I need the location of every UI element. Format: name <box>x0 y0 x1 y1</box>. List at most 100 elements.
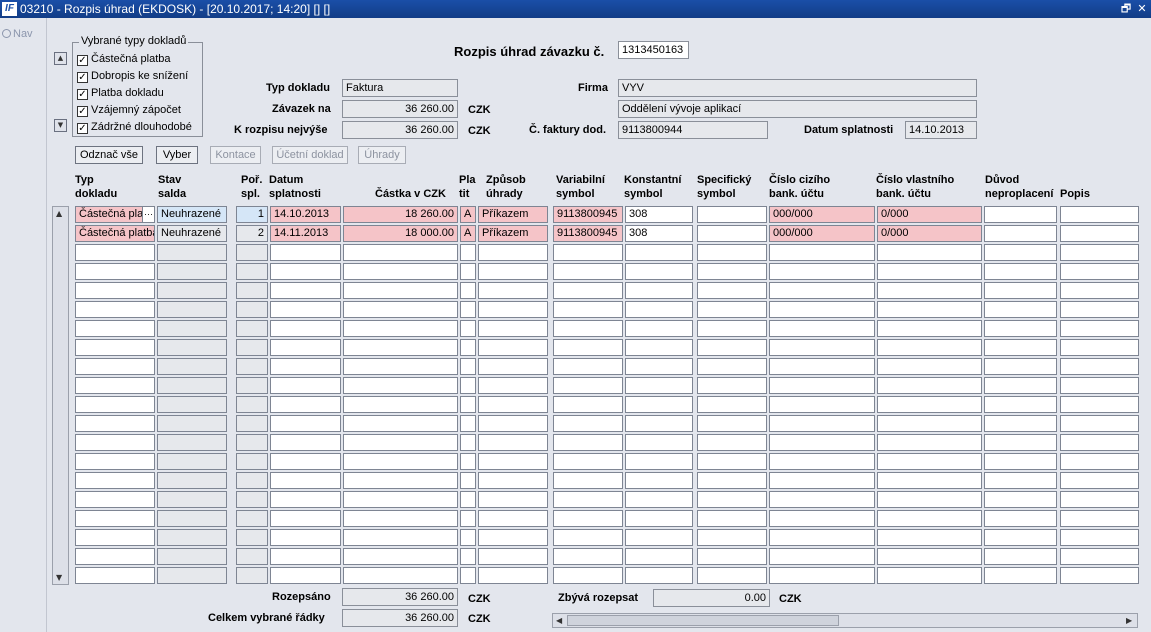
cell-description[interactable] <box>1060 206 1139 223</box>
empty-cell[interactable] <box>75 453 155 470</box>
empty-cell[interactable] <box>75 510 155 527</box>
empty-cell[interactable] <box>1060 263 1139 280</box>
empty-cell[interactable] <box>270 491 341 508</box>
empty-cell[interactable] <box>270 529 341 546</box>
empty-cell[interactable] <box>984 510 1057 527</box>
empty-cell[interactable] <box>1060 548 1139 565</box>
empty-cell[interactable] <box>1060 567 1139 584</box>
empty-cell[interactable] <box>270 396 341 413</box>
empty-cell[interactable] <box>697 377 767 394</box>
empty-cell[interactable] <box>478 529 548 546</box>
cell-pay[interactable]: A <box>460 225 476 242</box>
empty-cell[interactable] <box>75 548 155 565</box>
empty-cell[interactable] <box>460 472 476 489</box>
empty-cell[interactable] <box>1060 377 1139 394</box>
empty-cell[interactable] <box>236 548 268 565</box>
empty-cell[interactable] <box>697 491 767 508</box>
empty-cell[interactable] <box>553 472 623 489</box>
empty-cell[interactable] <box>769 415 875 432</box>
empty-cell[interactable] <box>625 358 693 375</box>
empty-cell[interactable] <box>236 320 268 337</box>
empty-cell[interactable] <box>343 415 458 432</box>
empty-cell[interactable] <box>157 358 227 375</box>
empty-cell[interactable] <box>984 472 1057 489</box>
empty-cell[interactable] <box>478 377 548 394</box>
empty-cell[interactable] <box>697 472 767 489</box>
empty-cell[interactable] <box>625 415 693 432</box>
empty-cell[interactable] <box>236 339 268 356</box>
empty-cell[interactable] <box>553 415 623 432</box>
empty-cell[interactable] <box>157 377 227 394</box>
empty-cell[interactable] <box>236 434 268 451</box>
empty-cell[interactable] <box>478 282 548 299</box>
cell-due-date[interactable]: 14.11.2013 <box>270 225 341 242</box>
empty-cell[interactable] <box>157 491 227 508</box>
commitment-amount-field[interactable]: 36 260.00 <box>342 100 458 118</box>
empty-cell[interactable] <box>769 320 875 337</box>
supplier-invoice-field[interactable]: 9113800944 <box>618 121 768 139</box>
empty-cell[interactable] <box>553 377 623 394</box>
empty-cell[interactable] <box>625 396 693 413</box>
empty-cell[interactable] <box>877 510 982 527</box>
restore-icon[interactable]: 🗗 <box>1120 2 1132 16</box>
cell-specific-symbol[interactable] <box>697 225 767 242</box>
empty-cell[interactable] <box>478 434 548 451</box>
empty-cell[interactable] <box>877 320 982 337</box>
empty-cell[interactable] <box>984 320 1057 337</box>
empty-cell[interactable] <box>697 339 767 356</box>
empty-cell[interactable] <box>343 396 458 413</box>
empty-cell[interactable] <box>769 339 875 356</box>
empty-cell[interactable] <box>769 377 875 394</box>
empty-cell[interactable] <box>236 453 268 470</box>
empty-cell[interactable] <box>877 529 982 546</box>
cell-reason[interactable] <box>984 206 1057 223</box>
empty-cell[interactable] <box>236 377 268 394</box>
empty-cell[interactable] <box>769 472 875 489</box>
cell-foreign-account[interactable]: 000/000 <box>769 225 875 242</box>
empty-cell[interactable] <box>553 529 623 546</box>
cell-own-account[interactable]: 0/000 <box>877 225 982 242</box>
empty-cell[interactable] <box>697 510 767 527</box>
cell-constant-symbol[interactable]: 308 <box>625 206 693 223</box>
filter-checkbox[interactable]: ✓ Částečná platba <box>77 53 171 66</box>
empty-cell[interactable] <box>625 510 693 527</box>
empty-cell[interactable] <box>1060 415 1139 432</box>
empty-cell[interactable] <box>697 567 767 584</box>
empty-cell[interactable] <box>343 472 458 489</box>
empty-cell[interactable] <box>697 434 767 451</box>
empty-cell[interactable] <box>1060 339 1139 356</box>
cell-description[interactable] <box>1060 225 1139 242</box>
empty-cell[interactable] <box>270 567 341 584</box>
empty-cell[interactable] <box>460 377 476 394</box>
empty-cell[interactable] <box>478 358 548 375</box>
empty-cell[interactable] <box>236 510 268 527</box>
empty-cell[interactable] <box>697 358 767 375</box>
cell-order[interactable]: 2 <box>236 225 268 242</box>
empty-cell[interactable] <box>984 567 1057 584</box>
cell-payment-method[interactable]: Příkazem <box>478 225 548 242</box>
empty-cell[interactable] <box>157 567 227 584</box>
empty-cell[interactable] <box>75 358 155 375</box>
accounting-button[interactable]: Kontace <box>210 146 261 164</box>
cell-pay[interactable]: A <box>460 206 476 223</box>
empty-cell[interactable] <box>157 339 227 356</box>
empty-cell[interactable] <box>236 529 268 546</box>
empty-cell[interactable] <box>75 491 155 508</box>
empty-cell[interactable] <box>769 263 875 280</box>
empty-cell[interactable] <box>343 301 458 318</box>
empty-cell[interactable] <box>553 548 623 565</box>
empty-cell[interactable] <box>984 396 1057 413</box>
due-date-field[interactable]: 14.10.2013 <box>905 121 977 139</box>
empty-cell[interactable] <box>553 339 623 356</box>
empty-cell[interactable] <box>157 510 227 527</box>
empty-cell[interactable] <box>343 358 458 375</box>
empty-cell[interactable] <box>460 548 476 565</box>
empty-cell[interactable] <box>478 548 548 565</box>
empty-cell[interactable] <box>625 320 693 337</box>
company-field[interactable]: VYV <box>618 79 977 97</box>
commitment-number-field[interactable]: 1313450163 <box>618 41 689 59</box>
empty-cell[interactable] <box>553 301 623 318</box>
empty-cell[interactable] <box>877 377 982 394</box>
empty-cell[interactable] <box>236 415 268 432</box>
empty-cell[interactable] <box>1060 434 1139 451</box>
